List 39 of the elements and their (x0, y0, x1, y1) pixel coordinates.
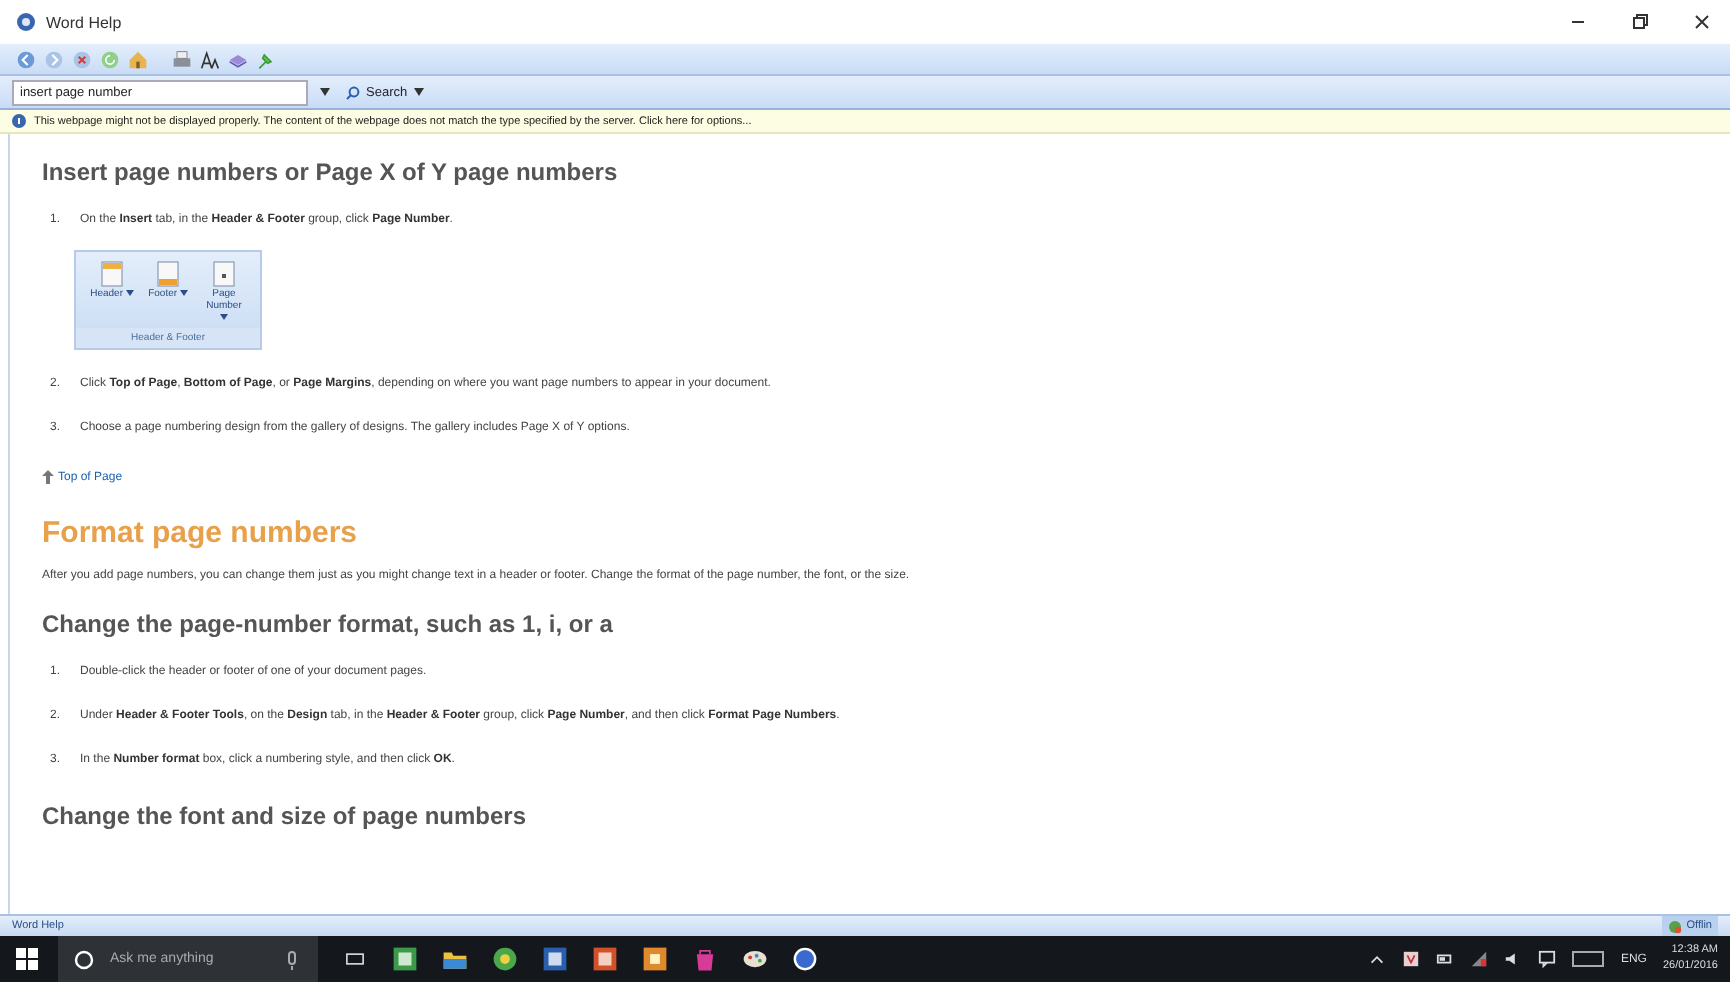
page-icon (100, 260, 124, 288)
search-icon (346, 85, 360, 99)
text-size-icon[interactable] (200, 49, 220, 69)
network-icon[interactable] (1470, 950, 1489, 968)
dropdown-caret-icon[interactable] (320, 88, 330, 96)
page-icon (156, 260, 180, 288)
keyboard-icon[interactable] (1572, 950, 1605, 968)
message-icon[interactable] (1538, 950, 1557, 968)
help-icon (16, 12, 36, 32)
printer-icon[interactable] (172, 49, 192, 69)
globe-icon (1668, 919, 1683, 933)
caret-icon (220, 314, 228, 320)
window-title: Word Help (46, 13, 122, 31)
circle-icon (74, 949, 94, 969)
help-icon[interactable] (792, 946, 818, 972)
section-heading: Change the font and size of page numbers (42, 802, 529, 830)
close-icon[interactable] (1690, 10, 1714, 34)
stop-icon[interactable] (72, 49, 92, 69)
palette-icon[interactable] (742, 946, 768, 972)
microphone-icon[interactable] (282, 949, 302, 969)
slides-icon[interactable] (592, 946, 618, 972)
section-heading: Insert page numbers or Page X of Y page numbers (42, 158, 620, 186)
bag-icon[interactable] (692, 946, 718, 972)
page-icon (212, 260, 236, 288)
caret-up-icon[interactable] (1368, 950, 1387, 968)
topic-title: Format page numbers (42, 516, 360, 550)
spreadsheet-icon[interactable] (392, 946, 418, 972)
pin-icon[interactable] (256, 49, 276, 69)
caret-icon (413, 88, 424, 96)
back-icon[interactable] (16, 49, 36, 69)
windows-start-icon[interactable] (16, 948, 38, 970)
arrow-up-icon (42, 470, 54, 484)
home-icon[interactable] (128, 49, 148, 69)
battery-icon[interactable] (1436, 950, 1455, 968)
restore-icon[interactable] (1628, 10, 1652, 34)
caret-icon (125, 290, 134, 296)
document-icon[interactable] (542, 946, 568, 972)
caret-icon (179, 290, 188, 296)
section-heading: Change the page-number format, such as 1, i, or a (42, 610, 615, 638)
